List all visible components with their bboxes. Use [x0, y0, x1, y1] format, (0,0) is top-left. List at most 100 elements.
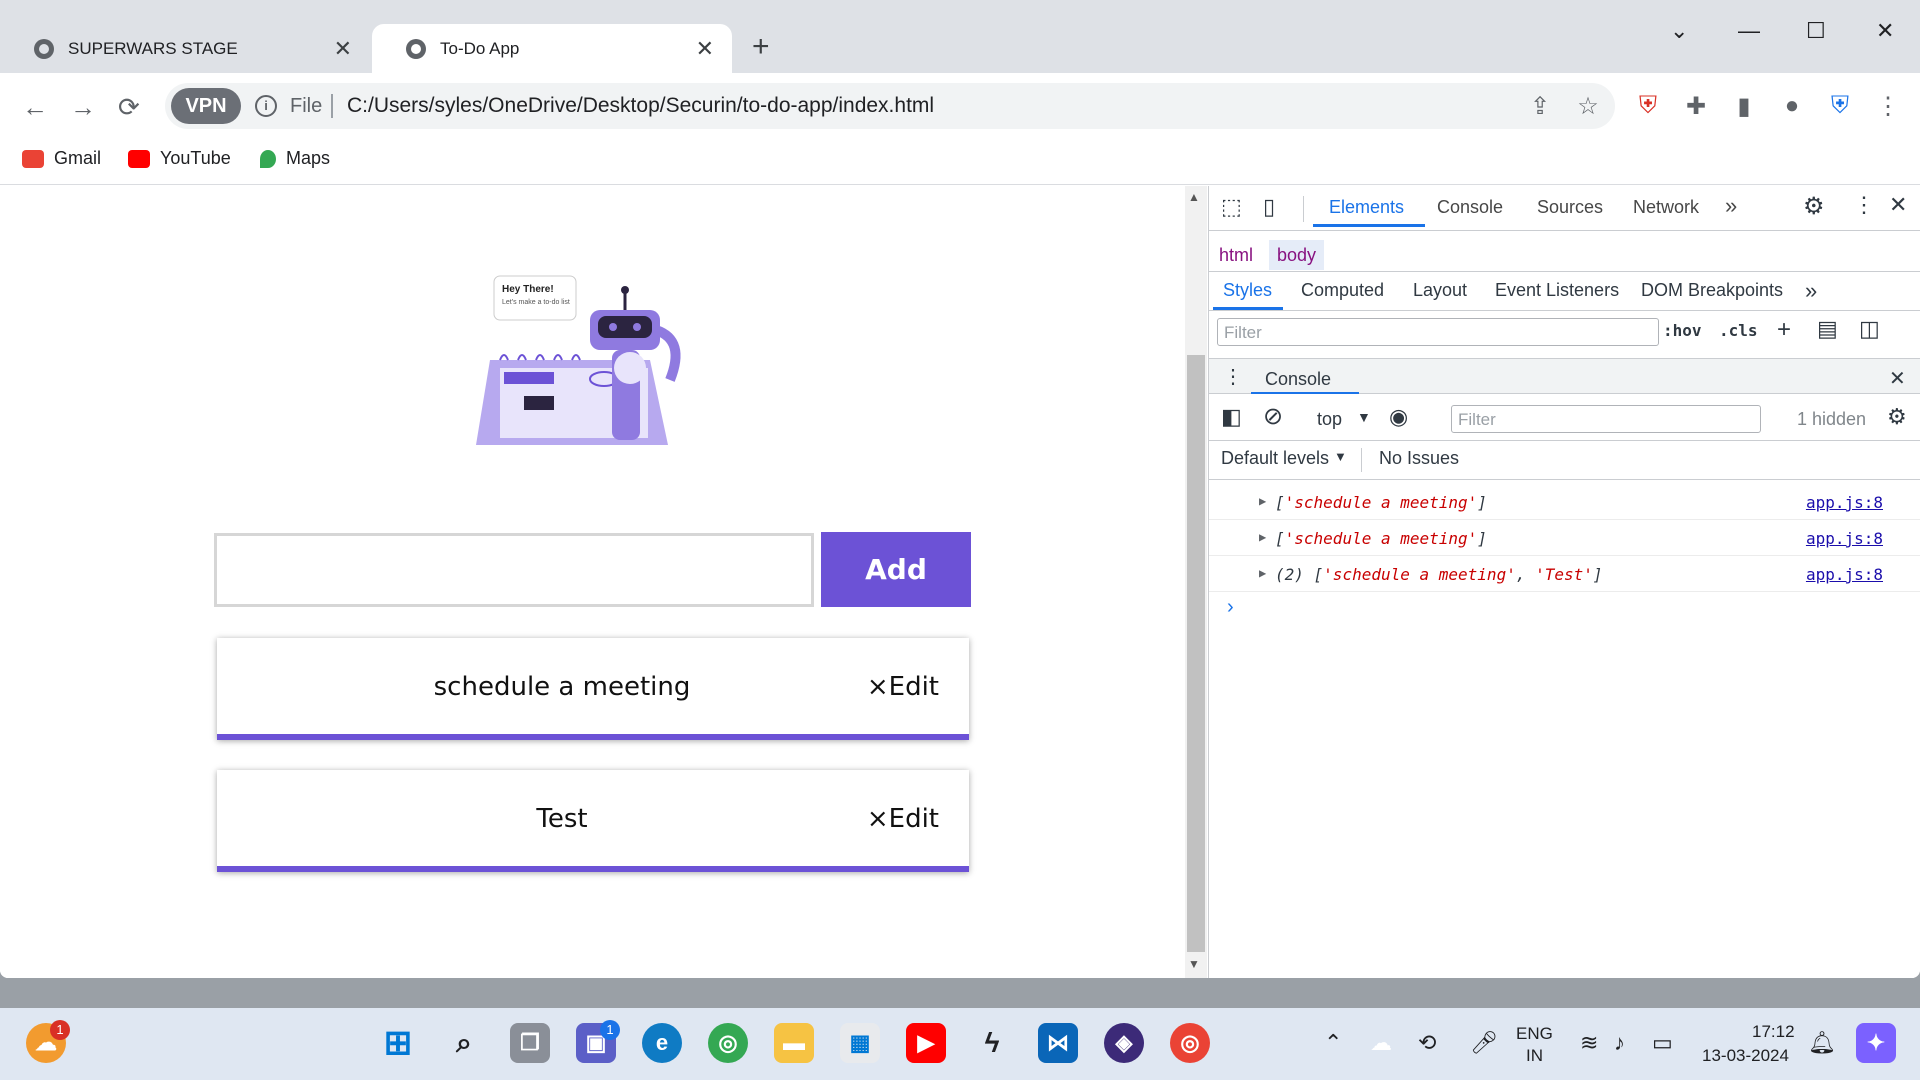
styles-filter-input[interactable]: Filter: [1217, 318, 1659, 346]
copilot-icon[interactable]: ✦: [1856, 1023, 1896, 1063]
log-source-link[interactable]: app.js:8: [1806, 493, 1883, 512]
windows-start-icon[interactable]: ⊞: [378, 1023, 418, 1063]
new-tab-button[interactable]: +: [752, 30, 770, 64]
profile-icon[interactable]: ●: [1776, 90, 1808, 122]
volume-icon[interactable]: ♪: [1614, 1030, 1625, 1056]
todo-actions[interactable]: ×Edit: [867, 804, 939, 834]
extension-shield-icon[interactable]: ⛨: [1632, 90, 1664, 122]
tab-console[interactable]: Console: [1437, 197, 1503, 218]
console-filter-input[interactable]: Filter: [1451, 405, 1761, 433]
dropdown-arrow-icon[interactable]: ▼: [1334, 449, 1347, 464]
maximize-icon[interactable]: ☐: [1806, 18, 1826, 44]
menu-kebab-icon[interactable]: ⋮: [1872, 90, 1904, 122]
todo-input[interactable]: [214, 533, 814, 607]
devtools-menu-icon[interactable]: ⋮: [1853, 192, 1875, 218]
language-bottom[interactable]: IN: [1526, 1046, 1543, 1066]
expand-triangle-icon[interactable]: ▶: [1259, 566, 1266, 580]
dropdown-arrow-icon[interactable]: ▼: [1357, 409, 1371, 425]
show-hidden-icons-icon[interactable]: ⌃: [1324, 1030, 1342, 1056]
task-view-icon[interactable]: ❐: [510, 1023, 550, 1063]
vscode-icon[interactable]: ⋈: [1038, 1023, 1078, 1063]
subtab-event-listeners[interactable]: Event Listeners: [1495, 280, 1619, 301]
console-settings-gear-icon[interactable]: ⚙: [1887, 404, 1907, 430]
live-expression-eye-icon[interactable]: ◉: [1389, 404, 1408, 430]
close-tab-icon[interactable]: ✕: [696, 36, 714, 62]
youtube-app-icon[interactable]: ▶: [906, 1023, 946, 1063]
vpn-badge[interactable]: VPN: [171, 88, 241, 124]
log-levels-dropdown[interactable]: Default levels: [1221, 448, 1329, 469]
inspect-element-icon[interactable]: ⬚: [1221, 194, 1242, 220]
scroll-down-icon[interactable]: ▼: [1188, 957, 1200, 971]
tab-network[interactable]: Network: [1633, 197, 1699, 218]
store-icon[interactable]: ▦: [840, 1023, 880, 1063]
language-top[interactable]: ENG: [1516, 1024, 1553, 1044]
breadcrumb-body[interactable]: body: [1269, 240, 1325, 270]
expand-triangle-icon[interactable]: ▶: [1259, 530, 1266, 544]
clock-date[interactable]: 13-03-2024: [1702, 1046, 1789, 1066]
chrome-profile-icon[interactable]: ◎: [1170, 1023, 1210, 1063]
add-button[interactable]: Add: [821, 532, 971, 607]
onedrive-cloud-icon[interactable]: ☁: [1370, 1030, 1392, 1056]
file-explorer-icon[interactable]: ▬: [774, 1023, 814, 1063]
clock-time[interactable]: 17:12: [1752, 1022, 1795, 1042]
bolt-app-icon[interactable]: ϟ: [972, 1023, 1012, 1063]
battery-icon[interactable]: ▭: [1652, 1030, 1673, 1056]
cls-toggle[interactable]: .cls: [1719, 321, 1758, 340]
new-rule-plus-icon[interactable]: +: [1777, 316, 1791, 344]
more-subtabs-icon[interactable]: »: [1805, 278, 1817, 304]
bookmark-gmail[interactable]: Gmail: [22, 148, 101, 169]
log-source-link[interactable]: app.js:8: [1806, 565, 1883, 584]
vpn-app-icon[interactable]: ◈: [1104, 1023, 1144, 1063]
scroll-up-icon[interactable]: ▲: [1188, 190, 1200, 204]
subtab-computed[interactable]: Computed: [1301, 280, 1384, 301]
hov-toggle[interactable]: :hov: [1663, 321, 1702, 340]
more-tabs-icon[interactable]: »: [1725, 193, 1737, 219]
bookmark-maps[interactable]: Maps: [260, 148, 330, 169]
chrome-icon[interactable]: ◎: [708, 1023, 748, 1063]
page-scrollbar-thumb[interactable]: [1187, 355, 1205, 952]
side-panel-icon[interactable]: ▮: [1728, 90, 1760, 122]
notifications-bell-icon[interactable]: 🔔︎: [1808, 1030, 1836, 1056]
microphone-icon[interactable]: 🎤︎: [1470, 1030, 1498, 1056]
drawer-menu-icon[interactable]: ⋮: [1223, 364, 1243, 389]
minimize-icon[interactable]: —: [1738, 18, 1760, 44]
share-icon[interactable]: ⇪: [1524, 90, 1556, 122]
forward-icon[interactable]: →: [70, 92, 96, 123]
issues-count[interactable]: No Issues: [1379, 448, 1459, 469]
settings-gear-icon[interactable]: ⚙: [1803, 192, 1825, 221]
bookmark-star-icon[interactable]: ☆: [1572, 90, 1604, 122]
edge-icon[interactable]: e: [642, 1023, 682, 1063]
subtab-layout[interactable]: Layout: [1413, 280, 1467, 301]
close-window-icon[interactable]: ✕: [1876, 18, 1894, 44]
tab-superwars[interactable]: SUPERWARS STAGE ✕: [0, 24, 370, 73]
sync-icon[interactable]: ⟲: [1418, 1030, 1436, 1056]
console-sidebar-icon[interactable]: ◧: [1221, 404, 1242, 430]
close-tab-icon[interactable]: ✕: [334, 36, 352, 62]
toggle-sidebar-icon[interactable]: ◫: [1859, 316, 1880, 342]
close-drawer-icon[interactable]: ✕: [1889, 366, 1906, 391]
console-log-row[interactable]: ▶ (2) ['schedule a meeting', 'Test'] app…: [1209, 556, 1920, 592]
wifi-icon[interactable]: ≋: [1580, 1030, 1598, 1056]
bookmark-youtube[interactable]: YouTube: [128, 148, 231, 169]
clear-console-icon[interactable]: ⊘: [1263, 402, 1283, 431]
search-icon[interactable]: ⌕: [444, 1023, 484, 1063]
expand-triangle-icon[interactable]: ▶: [1259, 494, 1266, 508]
paint-brush-icon[interactable]: ▤: [1817, 316, 1838, 342]
context-selector[interactable]: top: [1317, 409, 1342, 430]
console-log-row[interactable]: ▶ ['schedule a meeting'] app.js:8: [1209, 484, 1920, 520]
security-shield-icon[interactable]: ⛨: [1824, 90, 1856, 122]
tab-todo-app[interactable]: To-Do App ✕: [372, 24, 732, 73]
breadcrumb-html[interactable]: html: [1211, 240, 1261, 270]
url-text[interactable]: C:/Users/syles/OneDrive/Desktop/Securin/…: [347, 94, 934, 118]
drawer-tab-console[interactable]: Console: [1265, 369, 1331, 390]
log-source-link[interactable]: app.js:8: [1806, 529, 1883, 548]
subtab-styles[interactable]: Styles: [1223, 280, 1272, 301]
device-toolbar-icon[interactable]: ▯: [1263, 194, 1275, 220]
tab-elements[interactable]: Elements: [1329, 197, 1404, 218]
console-log-row[interactable]: ▶ ['schedule a meeting'] app.js:8: [1209, 520, 1920, 556]
console-prompt[interactable]: ›: [1227, 596, 1234, 619]
tab-search-icon[interactable]: ⌄: [1670, 18, 1688, 44]
tab-sources[interactable]: Sources: [1537, 197, 1603, 218]
info-icon[interactable]: i: [255, 95, 277, 117]
todo-actions[interactable]: ×Edit: [867, 672, 939, 702]
